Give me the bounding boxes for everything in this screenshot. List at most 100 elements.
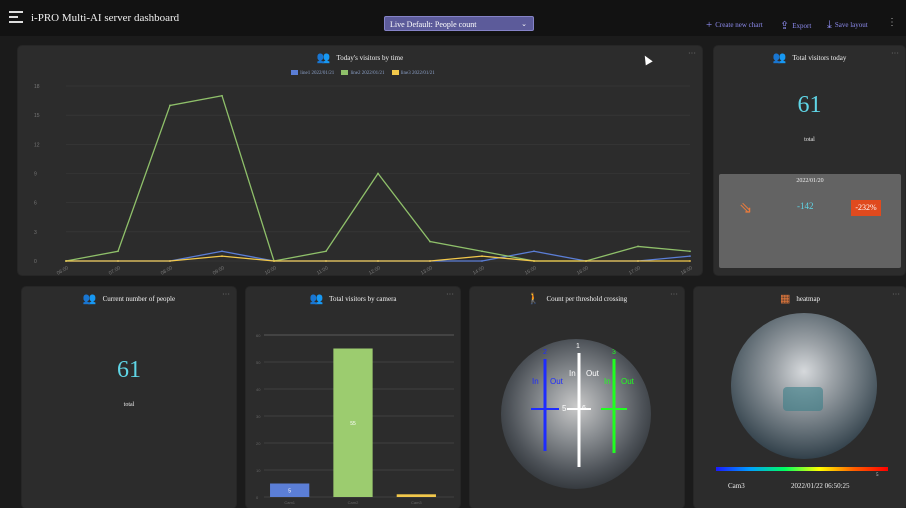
threshold-line-2-num: 2 [543, 349, 547, 356]
threshold-line-2-in: In [532, 377, 539, 386]
total-today-title: Total visitors today [792, 54, 847, 62]
threshold-line-1-count: 6 [582, 405, 586, 412]
y-tick-label: 0 [34, 259, 37, 265]
data-point [221, 250, 223, 253]
data-point [481, 255, 483, 258]
data-point [429, 260, 431, 262]
x-tick-label: 18:00 [680, 265, 694, 275]
heatmap-card: ▦ heatmap ··· 5 Cam3 2022/01/22 06:50:25 [694, 287, 906, 508]
y-tick-label: 30 [256, 414, 261, 419]
data-point [533, 250, 535, 253]
y-tick-label: 60 [256, 333, 261, 338]
app-title: i-PRO Multi-AI server dashboard [31, 12, 180, 24]
data-point [65, 260, 67, 262]
threshold-crossing-card: 🚶 Count per threshold crossing ··· 2 In O… [470, 287, 684, 508]
card-header: ▦ heatmap [694, 292, 906, 305]
compare-diff: -142 [797, 201, 814, 211]
heatmap-title: heatmap [796, 295, 821, 303]
current-people-title: Current number of people [102, 295, 176, 303]
x-tick-label: 06:00 [56, 265, 70, 275]
data-point [169, 260, 171, 262]
export-button[interactable]: ⇪ Export [780, 19, 811, 32]
create-chart-button[interactable]: + Create new chart [706, 19, 763, 31]
save-layout-button[interactable]: ⤓ Save layout [827, 19, 868, 32]
line-chart: 0 3 6 9 12 15 18 06:00 07:00 08:00 09:00 10:00 11:00… [34, 84, 694, 275]
data-point [481, 250, 483, 253]
x-tick-label: 13:00 [420, 265, 434, 275]
data-point [169, 104, 171, 107]
data-point [377, 260, 379, 262]
card-menu-icon[interactable]: ··· [670, 290, 678, 299]
visitors-by-camera-card: 👥 Total visitors by camera ··· 0 10 20 30 40 5… [246, 287, 460, 508]
y-tick-label: 0 [256, 495, 259, 500]
threshold-line-1-in: In [569, 369, 576, 378]
threshold-camera-view: 2 In Out 5 1 In Out 6 3 In Out [501, 339, 651, 489]
data-point [585, 260, 587, 262]
y-tick-label: 20 [256, 441, 261, 446]
heatmap-camera-label: Cam3 [728, 482, 745, 490]
save-layout-label: Save layout [834, 21, 868, 29]
walking-person-icon: 🚶 [526, 293, 541, 305]
current-people-value: 61 [117, 357, 141, 383]
data-point [117, 250, 119, 253]
y-tick-label: 18 [34, 84, 40, 90]
threshold-line-3-in: In [604, 377, 611, 386]
data-point [689, 250, 691, 253]
threshold-title: Count per threshold crossing [546, 295, 628, 303]
bar-chart: 0 10 20 30 40 50 60 5 Cam1 55 Cam2 Cam3 [256, 333, 454, 505]
bar-value-label: 55 [350, 421, 356, 427]
top-bar: i-PRO Multi-AI server dashboard Live Def… [0, 0, 906, 36]
more-menu-icon[interactable]: ⋮ [887, 17, 897, 28]
comparison-box: 2022/01/20 ⇘ -142 -232% [719, 174, 901, 268]
people-group-icon: 👥 [772, 52, 787, 64]
x-tick-label: 07:00 [108, 265, 122, 275]
x-tick-label: 14:00 [472, 265, 486, 275]
card-menu-icon[interactable]: ··· [222, 290, 230, 299]
heatmap-hotspot [783, 387, 823, 411]
x-tick-label: Cam3 [411, 500, 422, 505]
x-tick-label: 16:00 [576, 265, 590, 275]
create-chart-label: Create new chart [715, 21, 763, 29]
data-point [377, 172, 379, 175]
menu-icon[interactable] [9, 11, 23, 23]
trend-icon: ⇘ [739, 200, 753, 217]
view-select[interactable]: Live Default: People count ⌄ [384, 16, 534, 31]
total-today-value: 61 [797, 92, 822, 118]
export-label: Export [792, 22, 812, 30]
heatmap-scale-bar [716, 467, 888, 471]
compare-pct-badge: -232% [851, 200, 881, 216]
current-people-card: 👥 Current number of people ··· 61 total [22, 287, 236, 508]
data-point [689, 260, 691, 262]
x-tick-label: Cam2 [348, 500, 359, 505]
heatmap-scale-max: 5 [876, 473, 879, 478]
visitors-by-time-card: 👥 Today's visitors by time ··· line1 2022… [18, 46, 702, 275]
current-people-unit: total [123, 402, 135, 408]
y-tick-label: 50 [256, 360, 261, 365]
threshold-line-2-count: 5 [562, 404, 567, 413]
threshold-line-1-num: 1 [576, 343, 580, 350]
y-tick-label: 9 [34, 172, 37, 178]
y-tick-label: 40 [256, 387, 261, 392]
card-header: 🚶 Count per threshold crossing [470, 292, 684, 305]
bar-value-label: 5 [288, 488, 291, 494]
data-point [481, 260, 483, 262]
data-point [325, 260, 327, 262]
y-tick-label: 3 [34, 230, 37, 236]
total-visitors-today-card: 👥 Total visitors today ··· 61 total 2022/… [714, 46, 905, 275]
map-icon: ▦ [779, 293, 791, 305]
y-tick-label: 10 [256, 468, 261, 473]
card-header: 👥 Current number of people [22, 292, 236, 305]
total-today-unit: total [804, 137, 815, 143]
data-point [637, 260, 639, 262]
threshold-line-2-out: Out [550, 377, 563, 386]
save-icon: ⤓ [827, 19, 832, 31]
card-menu-icon[interactable]: ··· [891, 49, 899, 58]
data-point [221, 94, 223, 97]
people-group-icon: 👥 [82, 293, 97, 305]
card-menu-icon[interactable]: ··· [892, 290, 900, 299]
heatmap-timestamp: 2022/01/22 06:50:25 [791, 482, 850, 490]
view-select-value: Live Default: People count [390, 20, 477, 29]
threshold-line-3-out: Out [621, 377, 634, 386]
threshold-overlay [531, 353, 627, 467]
chevron-down-icon: ⌄ [521, 20, 527, 28]
